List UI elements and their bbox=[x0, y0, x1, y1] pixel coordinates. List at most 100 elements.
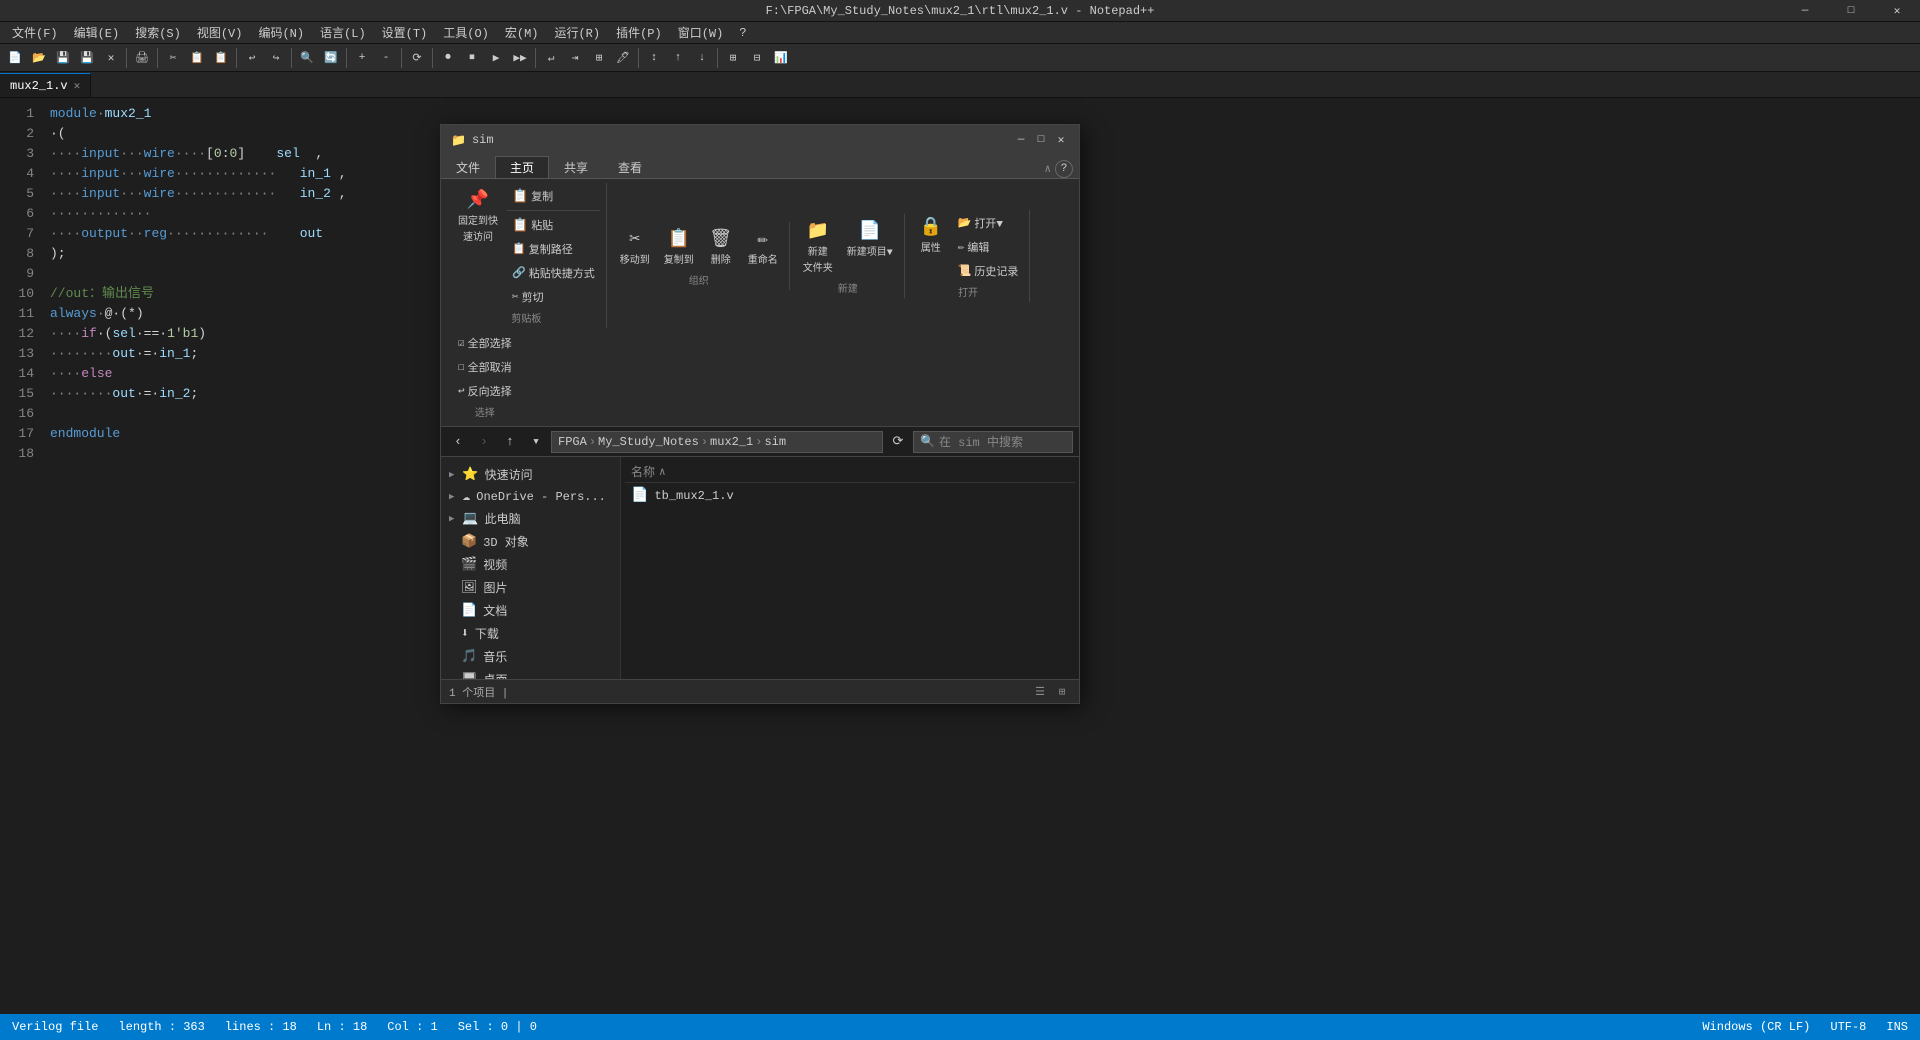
refresh-button[interactable]: ⟳ bbox=[887, 431, 909, 453]
ribbon-move-button[interactable]: ✂ 移动到 bbox=[615, 224, 655, 270]
ribbon-tab-view[interactable]: 查看 bbox=[603, 156, 657, 178]
toolbar-extra1[interactable]: ⊞ bbox=[722, 47, 744, 69]
explorer-minimize-button[interactable]: — bbox=[1013, 132, 1029, 148]
ribbon-properties-button[interactable]: 🔒 属性 bbox=[913, 212, 949, 258]
minimize-button[interactable]: — bbox=[1782, 0, 1828, 22]
path-part-mux2[interactable]: mux2_1 bbox=[710, 435, 753, 449]
up-button[interactable]: ↑ bbox=[499, 431, 521, 453]
ribbon-open-button[interactable]: 📂 打开▼ bbox=[953, 212, 1024, 234]
toolbar-save[interactable]: 💾 bbox=[52, 47, 74, 69]
ribbon-cut-button[interactable]: ✂ 剪切 bbox=[507, 286, 600, 308]
ribbon-deselect-all-button[interactable]: ☐ 全部取消 bbox=[453, 356, 517, 378]
toolbar-highlight[interactable]: 🖊 bbox=[612, 47, 634, 69]
explorer-maximize-button[interactable]: □ bbox=[1033, 132, 1049, 148]
toolbar-macro-play[interactable]: ▶ bbox=[485, 47, 507, 69]
explorer-search-box[interactable]: 🔍 在 sim 中搜索 bbox=[913, 431, 1073, 453]
path-part-fpga[interactable]: FPGA bbox=[558, 435, 587, 449]
forward-button[interactable]: › bbox=[473, 431, 495, 453]
toolbar-folding[interactable]: ⊞ bbox=[588, 47, 610, 69]
toolbar-macro-stop[interactable]: ⏹ bbox=[461, 47, 483, 69]
menu-tools[interactable]: 工具(O) bbox=[435, 22, 497, 43]
ribbon-new-folder-button[interactable]: 📁 新建文件夹 bbox=[798, 216, 838, 278]
toolbar-close[interactable]: ✕ bbox=[100, 47, 122, 69]
toolbar-redo[interactable]: ↪ bbox=[265, 47, 287, 69]
ribbon-expand-icon[interactable]: ∧ bbox=[1044, 162, 1051, 176]
tab-mux2-1-v[interactable]: mux2_1.v ✕ bbox=[0, 73, 91, 97]
tree-item-music[interactable]: 🎵 音乐 bbox=[441, 645, 620, 668]
menu-macro[interactable]: 宏(M) bbox=[497, 22, 547, 43]
tree-item-onedrive[interactable]: ▶ ☁ OneDrive - Pers... bbox=[441, 486, 620, 507]
tab-close-button[interactable]: ✕ bbox=[74, 79, 81, 93]
ribbon-select-all-button[interactable]: ☑ 全部选择 bbox=[453, 332, 517, 354]
path-part-notes[interactable]: My_Study_Notes bbox=[598, 435, 699, 449]
ribbon-tab-file[interactable]: 文件 bbox=[441, 156, 495, 178]
toolbar-extra3[interactable]: 📊 bbox=[770, 47, 792, 69]
toolbar-up[interactable]: ↑ bbox=[667, 47, 689, 69]
menu-plugins[interactable]: 插件(P) bbox=[608, 22, 670, 43]
tree-item-documents[interactable]: 📄 文档 bbox=[441, 599, 620, 622]
menu-search[interactable]: 搜索(S) bbox=[127, 22, 189, 43]
ribbon-delete-button[interactable]: 🗑 删除 bbox=[703, 224, 739, 270]
tree-item-pictures[interactable]: 🖼 图片 bbox=[441, 576, 620, 599]
toolbar-replace[interactable]: 🔄 bbox=[320, 47, 342, 69]
menu-file[interactable]: 文件(F) bbox=[4, 22, 66, 43]
toolbar-cut[interactable]: ✂ bbox=[162, 47, 184, 69]
tree-item-desktop[interactable]: 🖥 桌面 bbox=[441, 668, 620, 679]
tree-item-video[interactable]: 🎬 视频 bbox=[441, 553, 620, 576]
ribbon-copy-path-button[interactable]: 📋 复制路径 bbox=[507, 238, 600, 260]
ribbon-tab-home[interactable]: 主页 bbox=[495, 156, 549, 178]
tree-item-computer[interactable]: ▶ 💻 此电脑 bbox=[441, 507, 620, 530]
ribbon-paste-button[interactable]: 📋 粘贴 bbox=[507, 214, 600, 236]
toolbar-sync[interactable]: ⟳ bbox=[406, 47, 428, 69]
toolbar-down[interactable]: ↓ bbox=[691, 47, 713, 69]
ribbon-rename-button[interactable]: ✏ 重命名 bbox=[743, 224, 783, 270]
toolbar-macro-rec[interactable]: ⏺ bbox=[437, 47, 459, 69]
menu-help[interactable]: ? bbox=[731, 24, 754, 42]
tree-item-3d[interactable]: 📦 3D 对象 bbox=[441, 530, 620, 553]
toolbar-find[interactable]: 🔍 bbox=[296, 47, 318, 69]
toolbar-copy[interactable]: 📋 bbox=[186, 47, 208, 69]
toolbar-open[interactable]: 📂 bbox=[28, 47, 50, 69]
details-view-button[interactable]: ☰ bbox=[1031, 683, 1049, 701]
maximize-button[interactable]: □ bbox=[1828, 0, 1874, 22]
ribbon-invert-select-button[interactable]: ↩ 反向选择 bbox=[453, 380, 517, 402]
menu-language[interactable]: 语言(L) bbox=[312, 22, 374, 43]
menu-run[interactable]: 运行(R) bbox=[546, 22, 608, 43]
ribbon-pin-button[interactable]: 📌 固定到快速访问 bbox=[453, 185, 503, 247]
ribbon-help-button[interactable]: ? bbox=[1055, 160, 1073, 178]
menu-encoding[interactable]: 编码(N) bbox=[250, 22, 312, 43]
explorer-close-button[interactable]: ✕ bbox=[1053, 132, 1069, 148]
back-button[interactable]: ‹ bbox=[447, 431, 469, 453]
ribbon-edit-button[interactable]: ✏ 编辑 bbox=[953, 236, 1024, 258]
ribbon-copyto-button[interactable]: 📋 复制到 bbox=[659, 224, 699, 270]
menu-edit[interactable]: 编辑(E) bbox=[66, 22, 128, 43]
toolbar-print[interactable]: 🖨 bbox=[131, 47, 153, 69]
menu-view[interactable]: 视图(V) bbox=[189, 22, 251, 43]
toolbar-macro-run[interactable]: ▶▶ bbox=[509, 47, 531, 69]
toolbar-saveall[interactable]: 💾 bbox=[76, 47, 98, 69]
toolbar-extra2[interactable]: ⊟ bbox=[746, 47, 768, 69]
tree-item-quickaccess[interactable]: ▶ ⭐ 快速访问 bbox=[441, 463, 620, 486]
toolbar-undo[interactable]: ↩ bbox=[241, 47, 263, 69]
toolbar-wordwrap[interactable]: ↵ bbox=[540, 47, 562, 69]
large-icons-view-button[interactable]: ⊞ bbox=[1053, 683, 1071, 701]
recent-locations-button[interactable]: ▾ bbox=[525, 431, 547, 453]
menu-window[interactable]: 窗口(W) bbox=[670, 22, 732, 43]
close-button[interactable]: ✕ bbox=[1874, 0, 1920, 22]
toolbar-new[interactable]: 📄 bbox=[4, 47, 26, 69]
toolbar-paste[interactable]: 📋 bbox=[210, 47, 232, 69]
ribbon-paste-shortcut-button[interactable]: 🔗 粘贴快捷方式 bbox=[507, 262, 600, 284]
address-path[interactable]: FPGA › My_Study_Notes › mux2_1 › sim bbox=[551, 431, 883, 453]
menu-settings[interactable]: 设置(T) bbox=[374, 22, 436, 43]
tree-item-downloads[interactable]: ⬇ 下载 bbox=[441, 622, 620, 645]
ribbon-history-button[interactable]: 📜 历史记录 bbox=[953, 260, 1024, 282]
ribbon-tab-share[interactable]: 共享 bbox=[549, 156, 603, 178]
file-item-tb-mux2[interactable]: 📄 tb_mux2_1.v bbox=[625, 483, 1075, 508]
ribbon-new-item-button[interactable]: 📄 新建项目▼ bbox=[842, 216, 898, 262]
path-part-sim[interactable]: sim bbox=[764, 435, 786, 449]
ribbon-copy-button[interactable]: 📋 复制 bbox=[507, 185, 600, 207]
toolbar-indent[interactable]: ⇥ bbox=[564, 47, 586, 69]
toolbar-zoomin[interactable]: + bbox=[351, 47, 373, 69]
toolbar-updown[interactable]: ↕ bbox=[643, 47, 665, 69]
toolbar-zoomout[interactable]: - bbox=[375, 47, 397, 69]
